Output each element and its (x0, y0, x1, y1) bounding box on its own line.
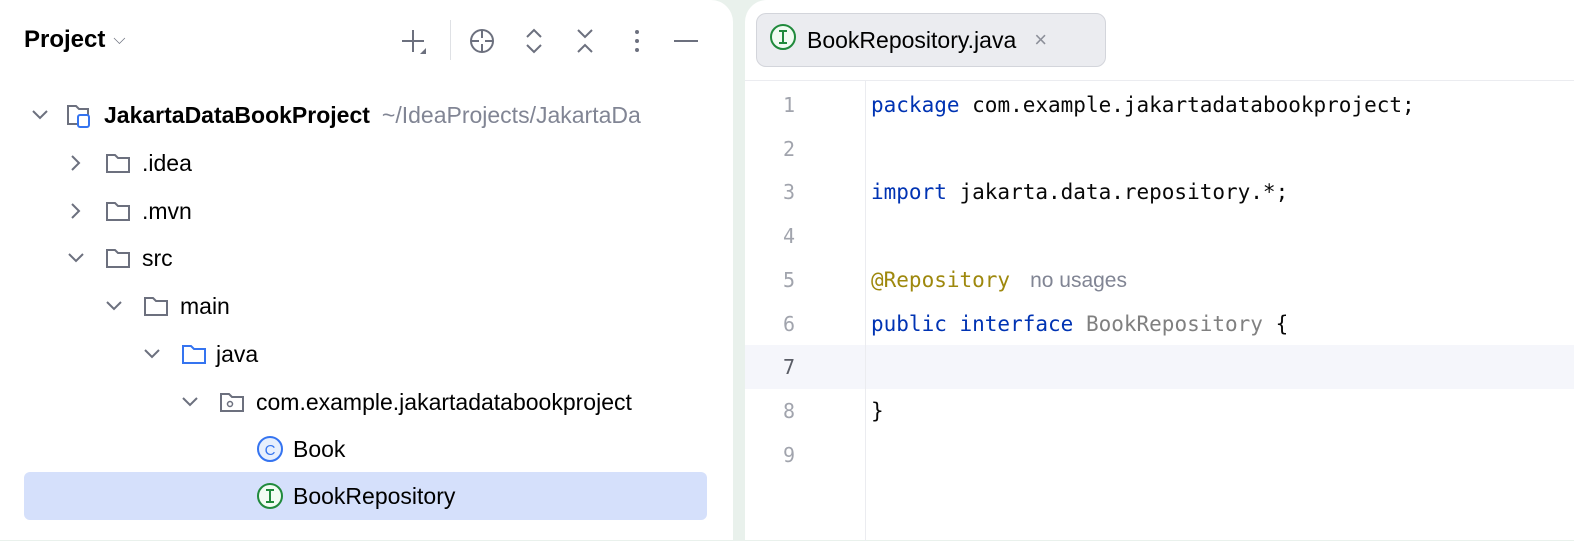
project-path: ~/IdeaProjects/JakartaDa (381, 101, 641, 128)
line-number: 1 (782, 93, 795, 117)
package-icon (218, 388, 246, 416)
line-number: 9 (782, 443, 795, 467)
editor-panel: BookRepository.java × 1 2 3 4 5 6 7 8 9 … (745, 0, 1574, 541)
add-icon[interactable] (394, 22, 432, 60)
chevron-right-icon (66, 153, 86, 173)
folder-icon (104, 197, 132, 225)
project-folder-icon (64, 101, 92, 129)
tree-item-project-root[interactable]: JakartaDataBookProject ~/IdeaProjects/Jak… (24, 91, 707, 139)
panel-title: Project (24, 26, 106, 53)
chevron-down-icon (180, 392, 200, 412)
code-text: { (1262, 312, 1289, 336)
tree-item-book[interactable]: C Book (24, 425, 707, 473)
tree-item-package[interactable]: com.example.jakartadatabookproject (24, 378, 707, 426)
chevron-down-icon (104, 296, 124, 316)
chevron-down-icon (30, 105, 50, 125)
editor-tab-bookrepository[interactable]: BookRepository.java × (756, 13, 1106, 67)
code-line: package com.example.jakartadatabookproje… (871, 83, 1415, 127)
interface-name: BookRepository (1073, 312, 1263, 336)
chevron-down-icon (142, 344, 162, 364)
code-line: } (871, 389, 884, 433)
keyword: package (871, 93, 960, 117)
chevron-down-icon (66, 248, 86, 268)
folder-icon (104, 244, 132, 272)
tree-item-label: com.example.jakartadatabookproject (256, 388, 632, 415)
source-folder-icon (180, 340, 208, 368)
tree-item-src[interactable]: src (24, 234, 707, 282)
line-number: 2 (782, 137, 795, 161)
code-text: com.example.jakartadatabookproject; (959, 93, 1415, 117)
line-number: 5 (782, 268, 795, 292)
tree-item-main[interactable]: main (24, 282, 707, 330)
code-line: import jakarta.data.repository.*; (871, 170, 1288, 214)
current-line-highlight (745, 345, 1574, 389)
code-text: } (871, 399, 884, 423)
line-number: 6 (782, 312, 795, 336)
line-number: 3 (782, 180, 795, 204)
tree-item-label: src (142, 244, 173, 271)
close-tab-icon[interactable]: × (1034, 27, 1047, 53)
interface-icon (769, 23, 797, 57)
gutter-divider (865, 81, 866, 541)
tree-item-label: java (216, 340, 259, 367)
keyword: public interface (871, 312, 1074, 336)
line-number: 7 (782, 355, 795, 379)
code-line: public interface BookRepository { (871, 302, 1288, 346)
usages-hint[interactable]: no usages (1030, 269, 1127, 292)
hide-panel-icon[interactable] (667, 22, 705, 60)
annotation: @Repository (871, 268, 1011, 292)
collapse-all-icon[interactable] (566, 22, 604, 60)
tree-item-label: BookRepository (293, 482, 456, 509)
toolbar-divider (450, 20, 451, 60)
tab-label: BookRepository.java (807, 26, 1017, 53)
svg-text:C: C (265, 442, 276, 459)
project-view-selector[interactable]: Project ⌵ (24, 26, 126, 54)
folder-icon (142, 292, 170, 320)
tree-item-java[interactable]: java (24, 330, 707, 378)
project-panel: Project ⌵ JakartaDataBookProject ~/IdeaPro… (0, 0, 733, 540)
interface-icon (256, 482, 284, 510)
class-icon: C (256, 435, 284, 463)
tree-item-label: .mvn (142, 197, 192, 224)
line-number: 4 (782, 224, 795, 248)
tree-item-mvn[interactable]: .mvn (24, 187, 707, 235)
chevron-down-icon: ⌵ (113, 31, 126, 48)
locate-icon[interactable] (463, 22, 501, 60)
line-number: 8 (782, 399, 795, 423)
chevron-right-icon (66, 201, 86, 221)
more-options-icon[interactable] (618, 22, 656, 60)
tree-item-label: .idea (142, 149, 192, 176)
folder-icon (104, 149, 132, 177)
expand-all-icon[interactable] (515, 22, 553, 60)
code-line: @Repository no usages (871, 258, 1127, 302)
tree-item-label: main (180, 292, 230, 319)
tree-item-label: JakartaDataBookProject (104, 101, 370, 128)
tree-item-bookrepository[interactable]: BookRepository (24, 472, 707, 520)
keyword: import (871, 180, 947, 204)
code-text: jakarta.data.repository.*; (946, 180, 1289, 204)
tree-item-idea[interactable]: .idea (24, 139, 707, 187)
tab-divider (745, 80, 1574, 81)
tree-item-label: Book (293, 435, 346, 462)
